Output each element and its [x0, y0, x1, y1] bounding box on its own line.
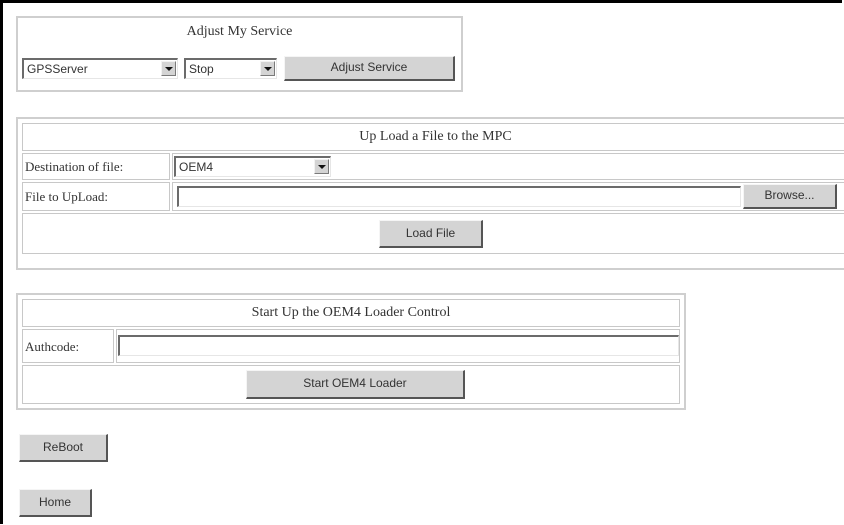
load-file-button[interactable]: Load File — [379, 220, 483, 248]
loader-panel: Start Up the OEM4 Loader Control Authcod… — [16, 293, 686, 410]
chevron-down-icon[interactable] — [260, 61, 275, 76]
authcode-field-cell — [116, 329, 680, 363]
adjust-service-panel: Adjust My Service GPSServer Stop Adjust … — [16, 16, 463, 92]
start-loader-cell: Start OEM4 Loader — [22, 365, 680, 404]
loader-title-cell: Start Up the OEM4 Loader Control — [22, 299, 680, 327]
destination-select-value: OEM4 — [179, 160, 214, 174]
action-select-value: Stop — [189, 62, 214, 76]
start-oem4-loader-button[interactable]: Start OEM4 Loader — [246, 370, 465, 399]
authcode-label: Authcode: — [25, 339, 80, 354]
chevron-down-icon[interactable] — [314, 159, 329, 174]
upload-title-cell: Up Load a File to the MPC — [22, 123, 844, 151]
destination-field-cell: OEM4 — [172, 153, 844, 180]
reboot-button[interactable]: ReBoot — [19, 434, 108, 462]
service-select[interactable]: GPSServer — [22, 58, 178, 79]
upload-title: Up Load a File to the MPC — [359, 129, 512, 144]
authcode-input[interactable] — [118, 335, 679, 356]
chevron-down-icon[interactable] — [161, 61, 176, 76]
service-select-value: GPSServer — [27, 62, 88, 76]
file-label-cell: File to UpLoad: — [22, 182, 170, 211]
destination-label: Destination of file: — [25, 159, 124, 174]
upload-panel: Up Load a File to the MPC Destination of… — [16, 117, 844, 270]
loader-title: Start Up the OEM4 Loader Control — [251, 305, 451, 320]
file-upload-input[interactable] — [177, 186, 741, 207]
home-button[interactable]: Home — [19, 489, 92, 517]
adjust-service-title: Adjust My Service — [186, 24, 293, 39]
destination-select[interactable]: OEM4 — [174, 156, 331, 177]
destination-label-cell: Destination of file: — [22, 153, 170, 180]
browse-button[interactable]: Browse... — [743, 184, 837, 209]
file-field-cell: Browse... — [172, 182, 844, 211]
file-label: File to UpLoad: — [25, 189, 109, 204]
authcode-label-cell: Authcode: — [22, 329, 114, 363]
load-file-cell: Load File — [22, 213, 844, 254]
adjust-service-button[interactable]: Adjust Service — [284, 56, 455, 81]
action-select[interactable]: Stop — [184, 58, 277, 79]
